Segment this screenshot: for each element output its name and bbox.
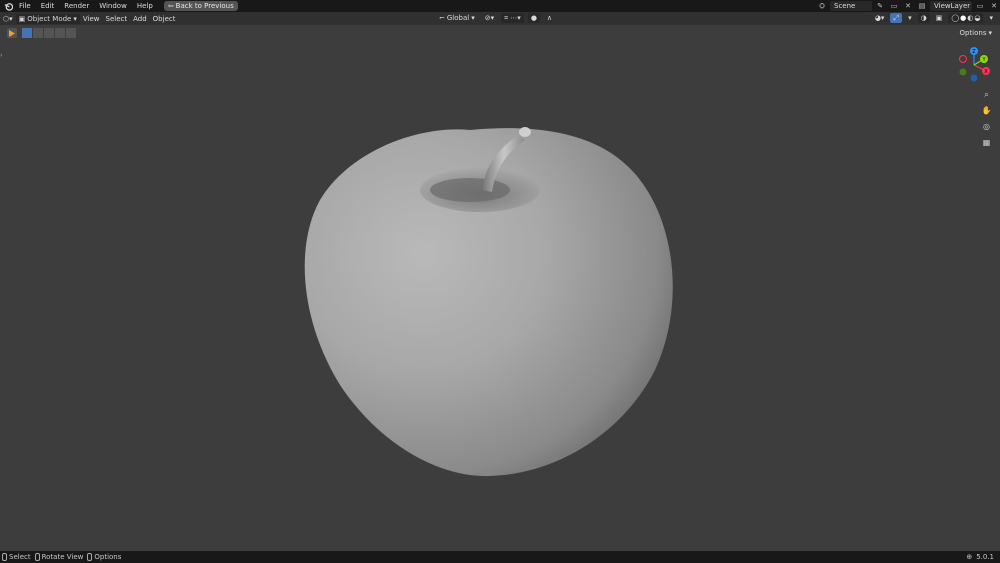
select-subtract-icon[interactable]: [44, 28, 54, 38]
gizmo-dropdown-icon[interactable]: ▾: [905, 13, 915, 23]
proportional-edit-toggle[interactable]: ●: [527, 13, 540, 23]
select-invert-icon[interactable]: [55, 28, 65, 38]
orientation-label: Global: [446, 14, 470, 22]
viewport-header: ⬡▾ ▣ Object Mode ▾ View Select Add Objec…: [0, 12, 1000, 25]
zoom-icon[interactable]: ⌕: [980, 88, 993, 101]
select-extend-icon[interactable]: [33, 28, 43, 38]
chevron-down-icon: ▾: [988, 29, 992, 37]
shading-dropdown-icon[interactable]: ▾: [986, 13, 996, 23]
navigation-gizmo[interactable]: Z X Y: [954, 45, 994, 85]
scene-field[interactable]: Scene: [830, 1, 872, 11]
mouse-right-icon: [87, 553, 93, 561]
select-new-icon[interactable]: [22, 28, 32, 38]
menu-select[interactable]: Select: [103, 14, 131, 24]
snap-toggle[interactable]: ⌗ ⋯▾: [501, 13, 524, 23]
solid-shading-icon[interactable]: ●: [960, 14, 966, 22]
pin-icon[interactable]: ✎: [874, 1, 886, 11]
menu-object[interactable]: Object: [150, 14, 179, 24]
mode-label: Object Mode: [27, 14, 72, 23]
mode-select[interactable]: ▣ Object Mode ▾: [15, 13, 80, 24]
status-select: Select: [0, 553, 33, 561]
network-icon: ⊕: [966, 553, 973, 561]
new-view-layer-icon[interactable]: ▭: [974, 1, 986, 11]
blender-logo-icon[interactable]: [2, 0, 14, 12]
gizmo-z-label: Z: [972, 49, 976, 55]
sidebar-toggle-icon[interactable]: ›: [0, 52, 2, 59]
menu-add[interactable]: Add: [130, 14, 150, 24]
back-icon: ⇦: [167, 2, 174, 10]
apple-model[interactable]: [0, 0, 1000, 551]
menu-edit[interactable]: Edit: [36, 0, 60, 12]
scene-icon[interactable]: ⛭: [816, 1, 828, 11]
options-dropdown[interactable]: Options ▾: [955, 28, 996, 38]
status-options: Options: [85, 553, 123, 561]
camera-icon[interactable]: ◎: [980, 120, 993, 133]
chevron-down-icon: ▾: [73, 14, 77, 23]
visibility-icon[interactable]: ◕▾: [872, 13, 888, 23]
material-shading-icon[interactable]: ◐: [967, 14, 973, 22]
falloff-icon[interactable]: ∧: [544, 13, 555, 23]
3d-viewport[interactable]: › Z X Y ⌕ ✋ ◎ ▦: [0, 0, 1000, 551]
options-label: Options: [959, 29, 987, 37]
rendered-shading-icon[interactable]: ◒: [974, 14, 980, 22]
top-bar: File Edit Render Window Help ⇦ Back to P…: [0, 0, 1000, 12]
overlays-icon[interactable]: ◑: [917, 13, 930, 23]
status-options-label: Options: [94, 553, 122, 561]
status-select-label: Select: [9, 553, 31, 561]
shading-modes[interactable]: ◯ ● ◐ ◒: [948, 13, 984, 23]
menu-view[interactable]: View: [80, 14, 103, 24]
select-tool-icon[interactable]: [7, 28, 17, 38]
status-bar: Select Rotate View Options ⊕ 5.0.1: [0, 551, 1000, 563]
editor-type-icon[interactable]: ⬡▾: [0, 14, 16, 24]
tool-settings-row: Options ▾: [0, 25, 1000, 40]
gizmo-x-label: X: [984, 69, 988, 75]
object-mode-icon: ▣: [18, 14, 26, 23]
chevron-down-icon: ▾: [471, 14, 475, 22]
menu-render[interactable]: Render: [59, 0, 94, 12]
view-layer-field[interactable]: ViewLayer: [930, 1, 972, 11]
view-layer-icon[interactable]: ▤: [916, 1, 928, 11]
mouse-middle-icon: [34, 553, 40, 561]
new-scene-icon[interactable]: ▭: [888, 1, 900, 11]
menu-help[interactable]: Help: [132, 0, 158, 12]
version-label: 5.0.1: [976, 553, 994, 561]
remove-view-layer-icon[interactable]: ✕: [988, 1, 1000, 11]
grid-perspective-icon[interactable]: ▦: [980, 136, 993, 149]
transform-orientation-select[interactable]: ⌐ Global ▾: [436, 13, 478, 23]
remove-scene-icon[interactable]: ✕: [902, 1, 914, 11]
wireframe-shading-icon[interactable]: ◯: [951, 14, 959, 22]
selection-mode-group: [22, 28, 76, 38]
back-to-previous-button[interactable]: ⇦ Back to Previous: [163, 1, 238, 11]
pivot-point-icon[interactable]: ⊘▾: [482, 13, 497, 23]
mouse-left-icon: [2, 553, 7, 561]
pan-hand-icon[interactable]: ✋: [980, 104, 993, 117]
xray-icon[interactable]: ▣: [933, 13, 946, 23]
gizmo-toggle-icon[interactable]: ⤢: [890, 13, 903, 23]
orientation-icon: ⌐: [439, 14, 445, 22]
menu-file[interactable]: File: [14, 0, 36, 12]
select-intersect-icon[interactable]: [66, 28, 76, 38]
menu-window[interactable]: Window: [94, 0, 132, 12]
back-to-previous-label: Back to Previous: [175, 2, 234, 10]
status-rotate: Rotate View: [33, 553, 86, 561]
status-rotate-label: Rotate View: [41, 553, 84, 561]
